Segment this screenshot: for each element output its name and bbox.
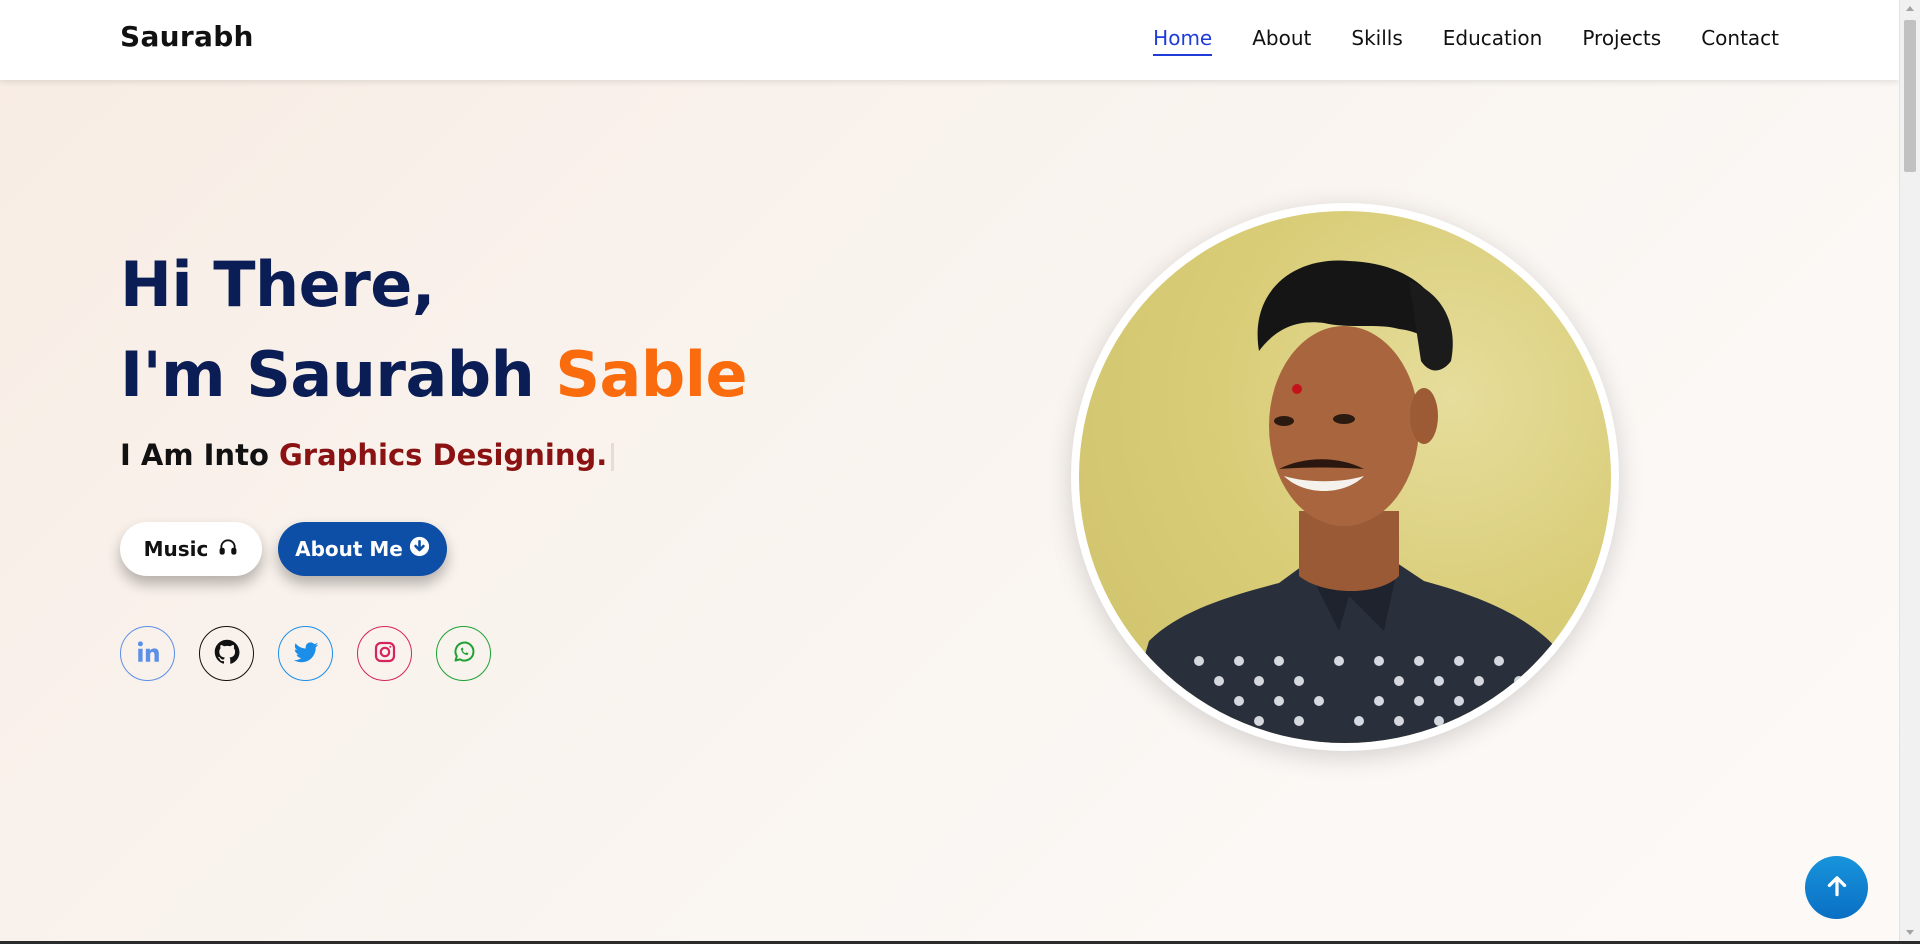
hero-name-accent: Sable: [555, 338, 748, 411]
whatsapp-icon: [452, 640, 476, 668]
linkedin-icon: [135, 639, 161, 669]
scroll-to-top-button[interactable]: [1805, 856, 1868, 919]
nav-about[interactable]: About: [1252, 26, 1311, 56]
main-nav: Home About Skills Education Projects Con…: [1113, 26, 1779, 56]
arrow-up-icon: [1824, 873, 1850, 903]
page-viewport: Saurabh Home About Skills Education Proj…: [0, 0, 1899, 941]
github-link[interactable]: [199, 626, 254, 681]
whatsapp-link[interactable]: [436, 626, 491, 681]
github-icon: [213, 638, 241, 670]
site-header: Saurabh Home About Skills Education Proj…: [0, 0, 1899, 80]
nav-contact[interactable]: Contact: [1701, 26, 1779, 56]
typed-subtitle: I Am Into Graphics Designing.: [120, 438, 615, 472]
typed-prefix: I Am Into: [120, 438, 279, 472]
profile-photo: [1079, 211, 1611, 743]
about-me-button[interactable]: About Me: [278, 522, 447, 576]
nav-education[interactable]: Education: [1443, 26, 1543, 56]
scrollbar-down-arrow[interactable]: [1906, 930, 1914, 935]
profile-photo-frame: [1071, 203, 1619, 751]
linkedin-link[interactable]: [120, 626, 175, 681]
social-links: [120, 626, 515, 681]
instagram-link[interactable]: [357, 626, 412, 681]
hero-title: Hi There, I'm Saurabh Sable: [120, 240, 748, 420]
about-me-button-label: About Me: [295, 537, 403, 561]
typing-cursor: [611, 443, 615, 471]
nav-projects[interactable]: Projects: [1582, 26, 1661, 56]
hero-greeting: Hi There,: [120, 248, 435, 321]
scrollbar-thumb[interactable]: [1904, 20, 1916, 172]
page-scrollbar[interactable]: [1899, 0, 1920, 941]
music-button[interactable]: Music: [120, 522, 262, 576]
headphones-icon: [218, 537, 238, 562]
hero-name: I'm Saurabh Sable: [120, 338, 748, 411]
twitter-link[interactable]: [278, 626, 333, 681]
music-button-label: Music: [143, 537, 209, 561]
hero-name-prefix: I'm Saurabh: [120, 338, 556, 411]
brand-logo[interactable]: Saurabh: [120, 20, 254, 53]
twitter-icon: [292, 638, 320, 670]
arrow-circle-down-icon: [409, 536, 430, 562]
scrollbar-up-arrow[interactable]: [1906, 6, 1914, 11]
nav-skills[interactable]: Skills: [1351, 26, 1402, 56]
instagram-icon: [373, 640, 397, 668]
nav-home[interactable]: Home: [1153, 26, 1213, 56]
typed-text: Graphics Designing.: [278, 438, 608, 472]
